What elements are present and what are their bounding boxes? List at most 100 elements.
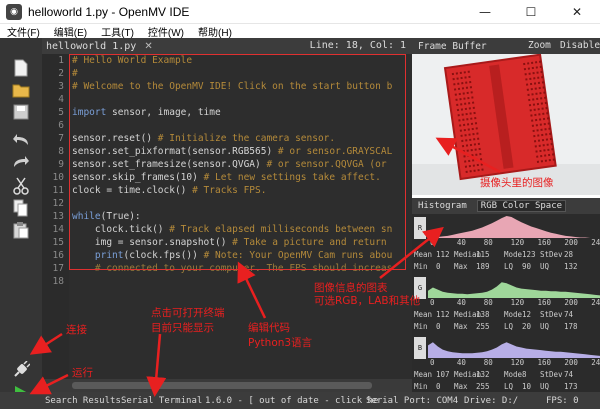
histogram-stat: 20 <box>522 322 532 331</box>
code-line[interactable] <box>69 197 412 210</box>
disable-toggle[interactable]: Disable <box>560 40 600 51</box>
code-token: sensor.skip_frames(10) <box>72 172 204 183</box>
histogram-stat: 138 <box>476 310 490 319</box>
histogram-green-stats-2: Min 0 Max 255 LQ 20 UQ 178 <box>414 322 600 332</box>
histogram-title: Histogram <box>418 201 467 211</box>
histogram-stat: Mean <box>414 310 433 319</box>
code-line[interactable]: sensor.set_framesize(sensor.QVGA) # or s… <box>69 158 412 171</box>
cut-icon[interactable] <box>11 176 31 196</box>
menu-file[interactable]: 文件(F) <box>0 24 47 39</box>
colorspace-select[interactable]: RGB Color Space <box>476 200 567 212</box>
maximize-button[interactable]: ☐ <box>508 0 554 24</box>
close-tab-icon[interactable]: ✕ <box>144 41 152 52</box>
histogram-tick-label: 40 <box>456 238 466 247</box>
menu-tools[interactable]: 工具(T) <box>94 24 141 39</box>
redo-icon[interactable] <box>11 152 31 172</box>
histogram-area-g <box>428 282 600 298</box>
zoom-toggle[interactable]: Zoom <box>528 40 551 51</box>
editor-tab-bar: helloworld 1.py ✕ Line: 18, Col: 1 <box>42 38 412 54</box>
code-line[interactable]: img = sensor.snapshot() # Take a picture… <box>69 236 412 249</box>
code-token: # Initialize the camera sensor. <box>157 133 336 144</box>
code-line[interactable]: clock = time.clock() # Tracks FPS. <box>69 184 412 197</box>
frame-buffer-header: Frame Buffer Zoom Disable <box>412 38 600 54</box>
minimize-button[interactable]: — <box>462 0 508 24</box>
code-token: # or sensor.GRAYSCAL <box>277 146 393 157</box>
histogram-red-stats-1: Mean 112 Median 115 Mode 123 StDev 28 <box>414 250 600 260</box>
save-icon[interactable] <box>11 102 31 122</box>
code-line[interactable]: # Hello World Example <box>69 54 412 67</box>
search-results-tab[interactable]: Search Results <box>45 396 121 406</box>
line-number: 5 <box>58 107 64 118</box>
histogram-tick-label: 0 <box>430 298 435 307</box>
code-token: # Welcome to the OpenMV IDE! Click on th… <box>72 81 393 92</box>
menu-help[interactable]: 帮助(H) <box>191 24 239 39</box>
menu-widgets[interactable]: 控件(W) <box>141 24 191 39</box>
cursor-position: Line: 18, Col: 1 <box>309 40 406 51</box>
code-line[interactable]: # connected to your computer. The FPS sh… <box>69 262 412 275</box>
code-line[interactable]: clock.tick() # Track elapsed millisecond… <box>69 223 412 236</box>
histogram-tick-label: 160 <box>537 358 552 367</box>
undo-icon[interactable] <box>11 130 31 150</box>
scrollbar-thumb[interactable] <box>72 382 372 389</box>
histogram-stat: Mean <box>414 370 433 379</box>
code-line[interactable]: # Welcome to the OpenMV IDE! Click on th… <box>69 80 412 93</box>
channel-label-b: B <box>414 337 426 359</box>
code-line[interactable]: while(True): <box>69 210 412 223</box>
firmware-version-link[interactable]: 1.6.0 - [ out of date - click he <box>205 396 378 406</box>
histogram-tick-label: 0 <box>430 238 435 247</box>
histogram-tick-label: 240 <box>591 358 600 367</box>
histogram-stat: Min <box>414 322 428 331</box>
annotation-edit-code-1: 编辑代码 <box>248 322 290 334</box>
close-button[interactable]: ✕ <box>554 0 600 24</box>
histogram-tick-label: 200 <box>564 298 578 307</box>
code-line[interactable]: # <box>69 67 412 80</box>
open-folder-icon[interactable] <box>11 80 31 100</box>
code-line[interactable] <box>69 119 412 132</box>
histogram-stat: 74 <box>564 310 574 319</box>
histogram-stat: 132 <box>476 370 490 379</box>
histogram-blue-panel: B 04080120160200240 Mean107Median132Mode… <box>412 334 600 394</box>
serial-terminal-tab[interactable]: Serial Terminal <box>121 396 202 406</box>
histogram-stat: 107 <box>436 370 450 379</box>
fps-status: FPS: 0 <box>546 396 579 406</box>
histogram-blue-chart <box>428 342 600 358</box>
histogram-tick-label: 160 <box>537 298 552 307</box>
line-number: 3 <box>58 81 64 92</box>
annotation-edit-code-2: Python3语言 <box>248 337 313 349</box>
histogram-stat: 123 <box>522 250 536 259</box>
histogram-stat: UQ <box>540 382 550 391</box>
histogram-tick-label: 240 <box>591 238 600 247</box>
code-line[interactable]: print(clock.fps()) # Note: Your OpenMV C… <box>69 249 412 262</box>
code-line[interactable]: sensor.set_pixformat(sensor.RGB565) # or… <box>69 145 412 158</box>
histogram-stat: Max <box>454 322 468 331</box>
editor-file-tab[interactable]: helloworld 1.py <box>46 41 136 52</box>
histogram-stat: 8 <box>522 370 527 379</box>
histogram-tick-label: 200 <box>564 238 578 247</box>
histogram-stat: 112 <box>436 250 450 259</box>
paste-icon[interactable] <box>11 220 31 240</box>
code-token: # or sensor.QQVGA (or <box>266 159 387 170</box>
line-number: 1 <box>58 55 64 66</box>
code-token: # Note: Your OpenMV Cam runs abou <box>203 250 393 261</box>
code-line[interactable]: import sensor, image, time <box>69 106 412 119</box>
code-token: # Hello World Example <box>72 55 193 66</box>
new-file-icon[interactable] <box>11 58 31 78</box>
histogram-stat: UQ <box>540 262 550 271</box>
histogram-stat: 90 <box>522 262 532 271</box>
line-number: 15 <box>52 237 64 248</box>
frame-buffer-title: Frame Buffer <box>418 40 487 52</box>
code-editor[interactable]: # Hello World Example # # Welcome to the O… <box>69 54 412 379</box>
histogram-stat: 132 <box>564 262 578 271</box>
histogram-stat: StDev <box>540 370 563 379</box>
histogram-stat: LQ <box>504 262 514 271</box>
histogram-tick-label: 240 <box>591 298 600 307</box>
copy-icon[interactable] <box>11 198 31 218</box>
horizontal-scrollbar[interactable] <box>42 379 412 392</box>
code-line[interactable] <box>69 93 412 106</box>
code-line[interactable]: sensor.reset() # Initialize the camera s… <box>69 132 412 145</box>
code-line[interactable]: sensor.skip_frames(10) # Let new setting… <box>69 171 412 184</box>
menu-edit[interactable]: 编辑(E) <box>47 24 94 39</box>
line-number: 10 <box>52 172 64 183</box>
code-token: (True): <box>100 211 141 222</box>
connect-icon[interactable] <box>11 360 31 380</box>
